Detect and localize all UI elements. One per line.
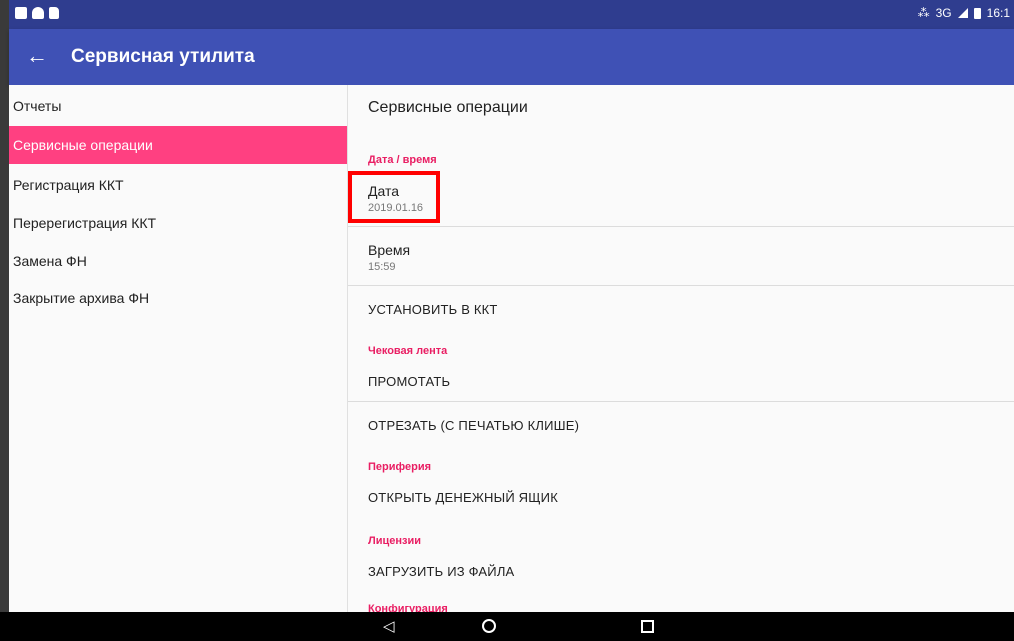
sidebar-item-kkt-registration[interactable]: Регистрация ККТ — [9, 166, 347, 204]
nav-back-icon[interactable]: ◁ — [383, 618, 395, 635]
sidebar-item-kkt-reregistration[interactable]: Перерегистрация ККТ — [9, 204, 347, 242]
section-header-cut-off: Конфигурация — [368, 603, 448, 612]
navigation-bar: ◁ — [0, 612, 1014, 641]
nav-recent-apps-icon[interactable] — [641, 620, 654, 633]
sidebar-item-fn-replacement[interactable]: Замена ФН — [9, 242, 347, 280]
status-bar: ⁂ 3G 16:1 — [9, 0, 1014, 29]
set-in-kkt-button[interactable]: УСТАНОВИТЬ В ККТ — [368, 302, 498, 317]
sd-card-icon — [49, 7, 59, 19]
section-header-licenses: Лицензии — [368, 535, 421, 547]
time-label[interactable]: Время — [368, 242, 410, 258]
sidebar-item-service-operations[interactable]: Сервисные операции — [9, 126, 347, 164]
battery-icon — [973, 7, 981, 19]
sidebar-item-reports[interactable]: Отчеты — [9, 87, 347, 125]
time-value: 15:59 — [368, 261, 396, 273]
status-icons-left — [15, 7, 59, 19]
section-header-receipt-tape: Чековая лента — [368, 345, 448, 357]
nav-home-icon[interactable] — [482, 619, 496, 633]
vibrate-icon: ⁂ — [917, 6, 930, 20]
device-frame-edge — [0, 0, 9, 641]
divider — [348, 226, 1014, 227]
section-header-datetime: Дата / время — [368, 154, 437, 166]
cut-button[interactable]: ОТРЕЗАТЬ (С ПЕЧАТЬЮ КЛИШЕ) — [368, 418, 579, 433]
page-title: Сервисные операции — [368, 99, 528, 116]
section-header-periphery: Периферия — [368, 461, 432, 473]
divider — [348, 285, 1014, 286]
sidebar: Отчеты Сервисные операции Регистрация КК… — [9, 85, 348, 612]
image-icon — [15, 7, 27, 19]
status-icons-right: ⁂ 3G 16:1 — [918, 6, 1010, 20]
back-arrow-icon[interactable]: ← — [23, 43, 51, 69]
content-panel: Сервисные операции Дата / время Дата 201… — [348, 85, 1014, 612]
load-from-file-button[interactable]: ЗАГРУЗИТЬ ИЗ ФАЙЛА — [368, 564, 514, 579]
app-title: Сервисная утилита — [71, 46, 255, 67]
app-bar: ← Сервисная утилита — [9, 29, 1014, 85]
signal-icon — [957, 8, 968, 18]
speech-bubble-icon — [32, 7, 44, 19]
status-time: 16:1 — [986, 6, 1010, 20]
open-drawer-button[interactable]: ОТКРЫТЬ ДЕНЕЖНЫЙ ЯЩИК — [368, 490, 558, 505]
date-highlight-box — [348, 171, 440, 223]
network-type: 3G — [935, 6, 952, 20]
divider — [348, 401, 1014, 402]
feed-button[interactable]: ПРОМОТАТЬ — [368, 374, 450, 389]
sidebar-item-fn-archive-close[interactable]: Закрытие архива ФН — [9, 279, 347, 317]
